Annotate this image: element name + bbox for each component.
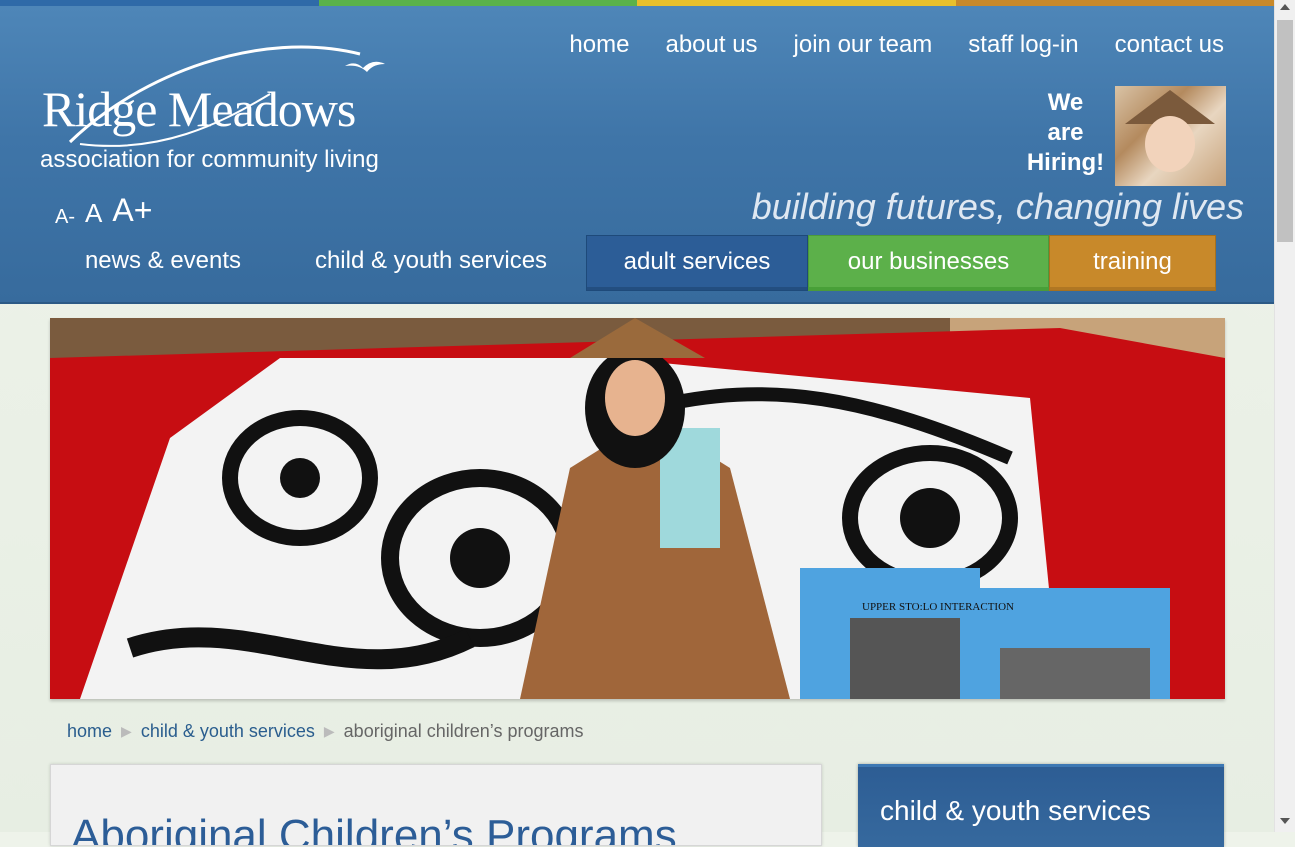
nav-about-us[interactable]: about us [665,31,757,59]
hiring-line-2: are [1047,119,1084,146]
hiring-line-1: We [1047,89,1084,116]
logo-name: Ridge Meadows [42,81,356,137]
scroll-thumb[interactable] [1277,20,1293,242]
site-logo[interactable]: Ridge Meadows association for community … [40,34,410,184]
font-larger-button[interactable]: A+ [112,192,152,229]
tagline: building futures, changing lives [751,186,1244,227]
page-title: Aboriginal Children’s Programs [71,811,677,846]
mainnav-our-businesses[interactable]: our businesses [808,235,1049,291]
breadcrumb: home ▶ child & youth services ▶ aborigin… [67,721,583,742]
hiring-banner[interactable]: We are Hiring! [1018,88,1113,178]
nav-home[interactable]: home [569,31,629,59]
sidebar-panel: child & youth services [858,764,1224,847]
logo-subtitle: association for community living [40,146,379,173]
sidebar-title[interactable]: child & youth services [880,795,1151,827]
hero-image: UPPER STO:LO INTERACTION [50,318,1225,699]
mainnav-child-youth-services[interactable]: child & youth services [276,235,586,291]
breadcrumb-separator-icon: ▶ [121,723,132,739]
site-header: Ridge Meadows association for community … [0,6,1274,304]
hiring-line-3: Hiring! [1026,149,1105,176]
nav-staff-login[interactable]: staff log-in [968,31,1078,59]
hero-photo-illustration: UPPER STO:LO INTERACTION [50,318,1225,699]
hero-book-text: UPPER STO:LO INTERACTION [862,601,1014,613]
vertical-scrollbar[interactable] [1274,0,1295,832]
top-navigation: home about us join our team staff log-in… [569,31,1224,59]
scroll-up-icon[interactable] [1280,4,1290,10]
main-content-panel: Aboriginal Children’s Programs [50,764,822,846]
breadcrumb-child-youth-services[interactable]: child & youth services [141,721,315,742]
hiring-photo[interactable] [1115,86,1226,186]
font-smaller-button[interactable]: A- [55,206,75,229]
mainnav-news-events[interactable]: news & events [50,235,276,291]
nav-join-our-team[interactable]: join our team [794,31,933,59]
font-size-controls: A- A A+ [55,192,152,229]
scroll-down-icon[interactable] [1280,818,1290,824]
breadcrumb-home[interactable]: home [67,721,112,742]
mainnav-adult-services[interactable]: adult services [586,235,808,291]
main-navigation: news & events child & youth services adu… [50,235,1216,291]
nav-contact-us[interactable]: contact us [1115,31,1224,59]
mainnav-training[interactable]: training [1049,235,1216,291]
breadcrumb-current: aboriginal children’s programs [343,721,584,741]
breadcrumb-separator-icon: ▶ [323,723,335,739]
font-normal-button[interactable]: A [85,198,102,229]
